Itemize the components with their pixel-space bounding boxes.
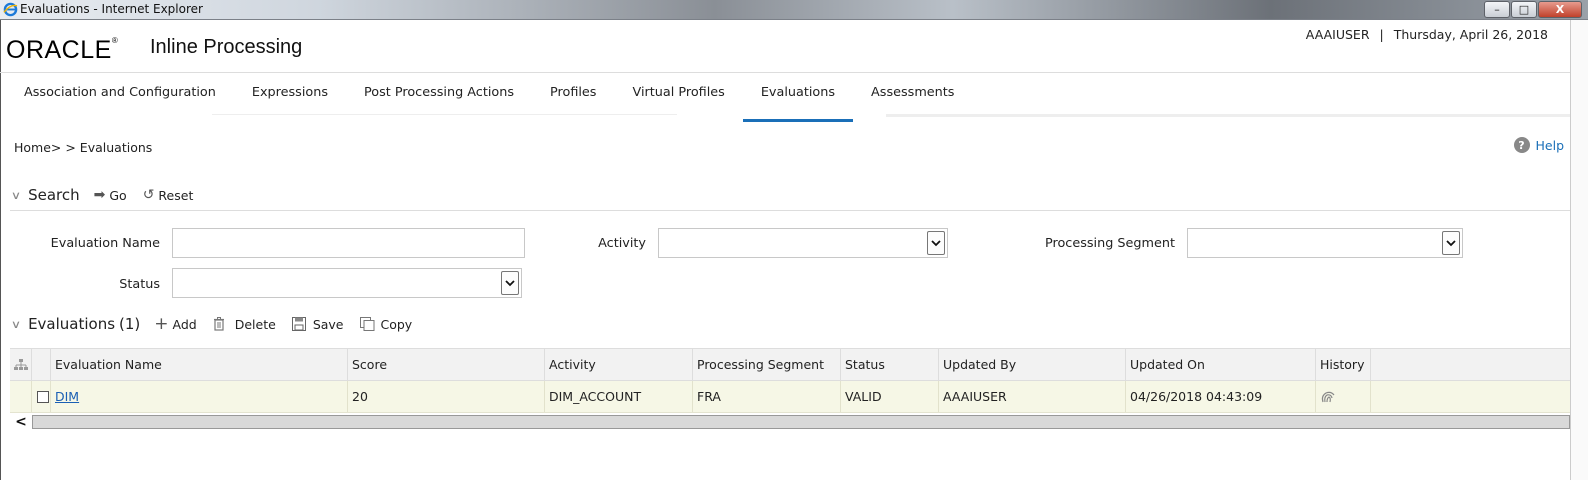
select-all-column xyxy=(32,349,51,380)
status-label: Status xyxy=(119,277,160,292)
user-info: AAAIUSER | Thursday, April 26, 2018 xyxy=(1306,27,1548,42)
cell-processing-segment: FRA xyxy=(693,381,841,412)
tabs-divider-right xyxy=(886,114,1570,117)
column-header-history[interactable]: History xyxy=(1316,349,1371,380)
delete-label: Delete xyxy=(234,316,276,332)
tab-profiles[interactable]: Profiles xyxy=(532,73,614,123)
user-info-separator: | xyxy=(1379,27,1384,42)
tab-post-processing-actions[interactable]: Post Processing Actions xyxy=(346,73,532,123)
tab-evaluations[interactable]: Evaluations xyxy=(742,73,854,122)
save-button[interactable]: Save xyxy=(291,316,344,332)
add-label: Add xyxy=(172,316,197,332)
cell-status: VALID xyxy=(841,381,939,412)
search-section-header: ∨ Search ➡ Go ↺ Reset xyxy=(11,186,209,204)
search-divider xyxy=(10,210,1570,211)
search-title: Search xyxy=(28,186,80,204)
add-button[interactable]: + Add xyxy=(154,314,196,334)
collapse-chevron-icon[interactable]: ∨ xyxy=(11,318,21,331)
help-link[interactable]: ? Help xyxy=(1513,137,1565,153)
reset-button[interactable]: ↺ Reset xyxy=(143,187,194,203)
evaluations-section-header: ∨ Evaluations (1) + Add Delete Save Copy xyxy=(11,314,428,334)
hierarchy-icon[interactable] xyxy=(10,349,32,380)
minimize-button[interactable]: – xyxy=(1484,1,1510,18)
cell-updated-on: 04/26/2018 04:43:09 xyxy=(1126,381,1316,412)
help-label: Help xyxy=(1535,137,1565,153)
column-header-evaluation-name[interactable]: Evaluation Name xyxy=(51,349,348,380)
maximize-button[interactable]: □ xyxy=(1511,1,1537,18)
reset-icon: ↺ xyxy=(142,187,155,203)
column-header-activity[interactable]: Activity xyxy=(545,349,693,380)
collapse-chevron-icon[interactable]: ∨ xyxy=(11,189,21,202)
chevron-down-icon[interactable] xyxy=(1442,231,1460,255)
chevron-down-icon[interactable] xyxy=(501,271,519,295)
evaluation-name-input[interactable] xyxy=(172,228,525,258)
tab-virtual-profiles[interactable]: Virtual Profiles xyxy=(614,73,742,123)
column-header-status[interactable]: Status xyxy=(841,349,939,380)
user-name: AAAIUSER xyxy=(1305,27,1370,42)
copy-button[interactable]: Copy xyxy=(359,316,413,332)
column-header-filler xyxy=(1371,349,1570,380)
main-tabs: Association and Configuration Expression… xyxy=(6,73,972,123)
activity-label: Activity xyxy=(598,236,646,251)
history-icon[interactable] xyxy=(1320,390,1336,404)
processing-segment-select[interactable] xyxy=(1187,228,1463,258)
current-date: Thursday, April 26, 2018 xyxy=(1393,27,1548,42)
scrollbar-track[interactable] xyxy=(32,415,1570,429)
table-header-row: Evaluation Name Score Activity Processin… xyxy=(10,348,1570,381)
horizontal-scrollbar[interactable]: < xyxy=(10,414,1570,430)
cell-activity: DIM_ACCOUNT xyxy=(545,381,693,412)
evaluation-name-label: Evaluation Name xyxy=(50,236,160,251)
cell-evaluation-name: DIM xyxy=(51,381,348,412)
tab-assessments[interactable]: Assessments xyxy=(853,73,972,123)
chevron-down-icon[interactable] xyxy=(927,231,945,255)
save-label: Save xyxy=(312,316,344,332)
cell-updated-by: AAAIUSER xyxy=(939,381,1126,412)
table-row[interactable]: DIM 20 DIM_ACCOUNT FRA VALID AAAIUSER 04… xyxy=(10,381,1570,413)
logo-text: ORACLE xyxy=(6,36,112,64)
floppy-disk-icon xyxy=(291,317,306,331)
trash-icon xyxy=(213,317,224,331)
row-filler xyxy=(1371,381,1570,412)
row-checkbox[interactable] xyxy=(37,390,49,403)
breadcrumb[interactable]: Home> > Evaluations xyxy=(14,140,152,155)
reset-label: Reset xyxy=(158,187,194,203)
row-gutter xyxy=(10,381,32,412)
go-label: Go xyxy=(109,187,127,203)
app-name: Inline Processing xyxy=(150,36,303,58)
copy-label: Copy xyxy=(380,316,413,332)
tab-association-and-configuration[interactable]: Association and Configuration xyxy=(6,73,234,123)
activity-select[interactable] xyxy=(658,228,948,258)
cell-score: 20 xyxy=(348,381,545,412)
cell-history xyxy=(1316,381,1371,412)
status-select[interactable] xyxy=(172,268,522,298)
copy-icon xyxy=(359,317,374,331)
window-title-bar: Evaluations - Internet Explorer – □ X xyxy=(0,0,1588,20)
column-header-updated-on[interactable]: Updated On xyxy=(1126,349,1316,380)
evaluations-count: (1) xyxy=(119,315,141,333)
close-button[interactable]: X xyxy=(1538,1,1582,18)
processing-segment-label: Processing Segment xyxy=(1045,236,1175,251)
go-button[interactable]: ➡ Go xyxy=(94,187,127,203)
column-header-processing-segment[interactable]: Processing Segment xyxy=(693,349,841,380)
row-checkbox-cell xyxy=(32,381,51,412)
evaluation-name-link[interactable]: DIM xyxy=(55,389,79,404)
vertical-scrollbar[interactable] xyxy=(1570,20,1588,480)
scroll-left-icon[interactable]: < xyxy=(10,414,32,430)
go-arrow-icon: ➡ xyxy=(93,187,106,203)
help-icon: ? xyxy=(1513,137,1530,153)
internet-explorer-icon xyxy=(3,2,18,17)
evaluations-table: Evaluation Name Score Activity Processin… xyxy=(10,348,1570,413)
tab-expressions[interactable]: Expressions xyxy=(234,73,346,123)
oracle-logo: ORACLE® xyxy=(6,36,118,65)
window-title: Evaluations - Internet Explorer xyxy=(20,2,203,16)
logo-registered-mark: ® xyxy=(111,36,119,45)
column-header-updated-by[interactable]: Updated By xyxy=(939,349,1126,380)
plus-icon: + xyxy=(154,314,169,334)
column-header-score[interactable]: Score xyxy=(348,349,545,380)
evaluations-title: Evaluations xyxy=(28,315,116,333)
delete-button[interactable]: Delete xyxy=(213,317,276,332)
